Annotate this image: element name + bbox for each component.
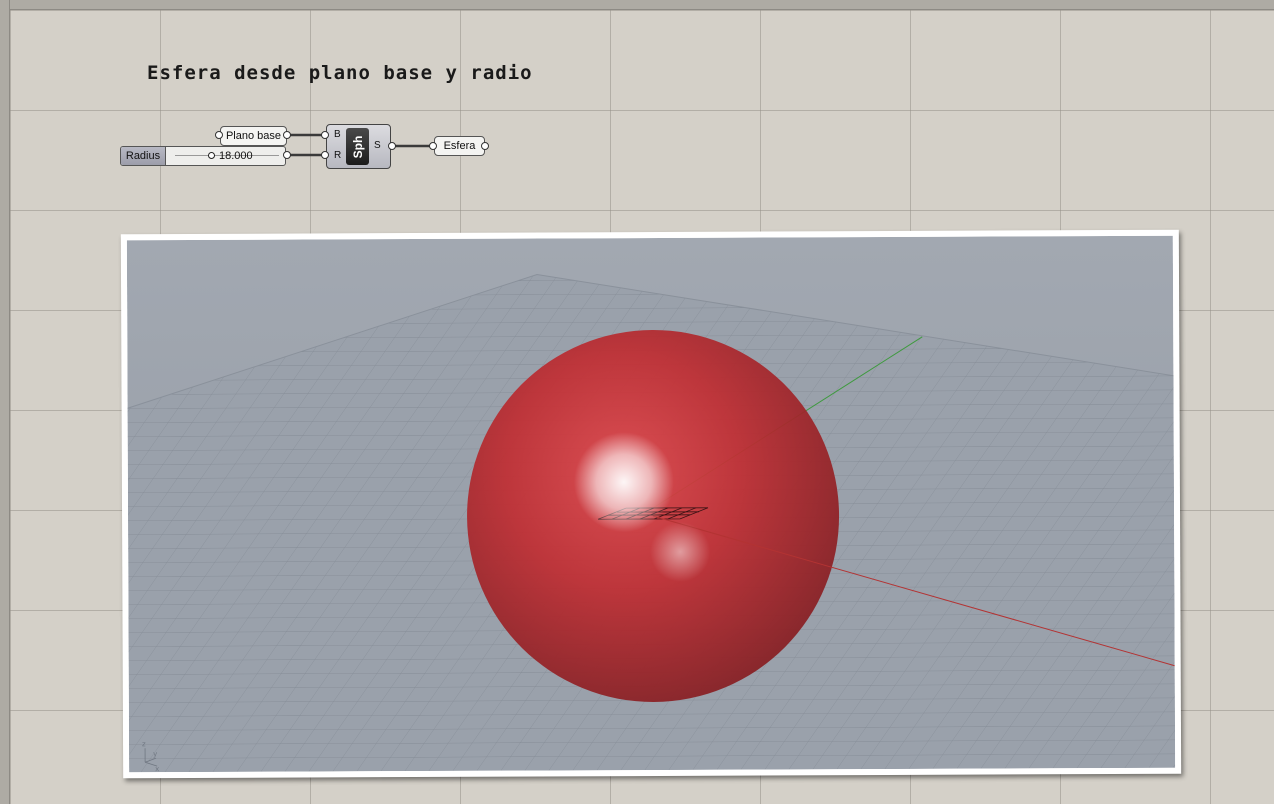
output-param-input-grip[interactable] [429, 142, 437, 150]
sphere-highlight [573, 432, 674, 533]
plane-param-input-grip[interactable] [215, 131, 223, 139]
radius-slider-output-grip[interactable] [283, 151, 291, 159]
radius-slider[interactable]: Radius 18.000 [120, 146, 286, 166]
viewport-screenshot: z y x [120, 229, 1182, 779]
component-nickname: Sph [350, 135, 365, 158]
input-radius-grip[interactable] [321, 151, 329, 159]
input-radius-label: R [334, 150, 342, 161]
gizmo-y-label: y [153, 750, 157, 758]
slider-knob[interactable] [208, 152, 215, 159]
slider-value: 18.000 [219, 150, 253, 162]
sphere-highlight-secondary [650, 521, 711, 582]
output-sphere-grip[interactable] [388, 142, 396, 150]
plane-param-output-grip[interactable] [283, 131, 291, 139]
input-base-grip[interactable] [321, 131, 329, 139]
grasshopper-canvas[interactable]: Esfera desde plano base y radio Plano ba… [0, 0, 1274, 804]
output-sphere-label: S [374, 140, 381, 151]
slider-name: Radius [121, 147, 166, 165]
plane-param-label: Plano base [225, 130, 282, 142]
gizmo-x-label: x [155, 765, 159, 772]
plane-param[interactable]: Plano base [220, 126, 287, 146]
output-param[interactable]: Esfera [434, 136, 485, 156]
sphere-component-core[interactable]: Sph [346, 128, 369, 165]
gizmo-z-label: z [142, 740, 146, 748]
sphere-component[interactable]: B R Sph S [326, 124, 391, 169]
viewport-render: z y x [126, 235, 1176, 772]
input-base-label: B [334, 129, 341, 140]
output-param-output-grip[interactable] [481, 142, 489, 150]
output-param-label: Esfera [443, 140, 476, 152]
